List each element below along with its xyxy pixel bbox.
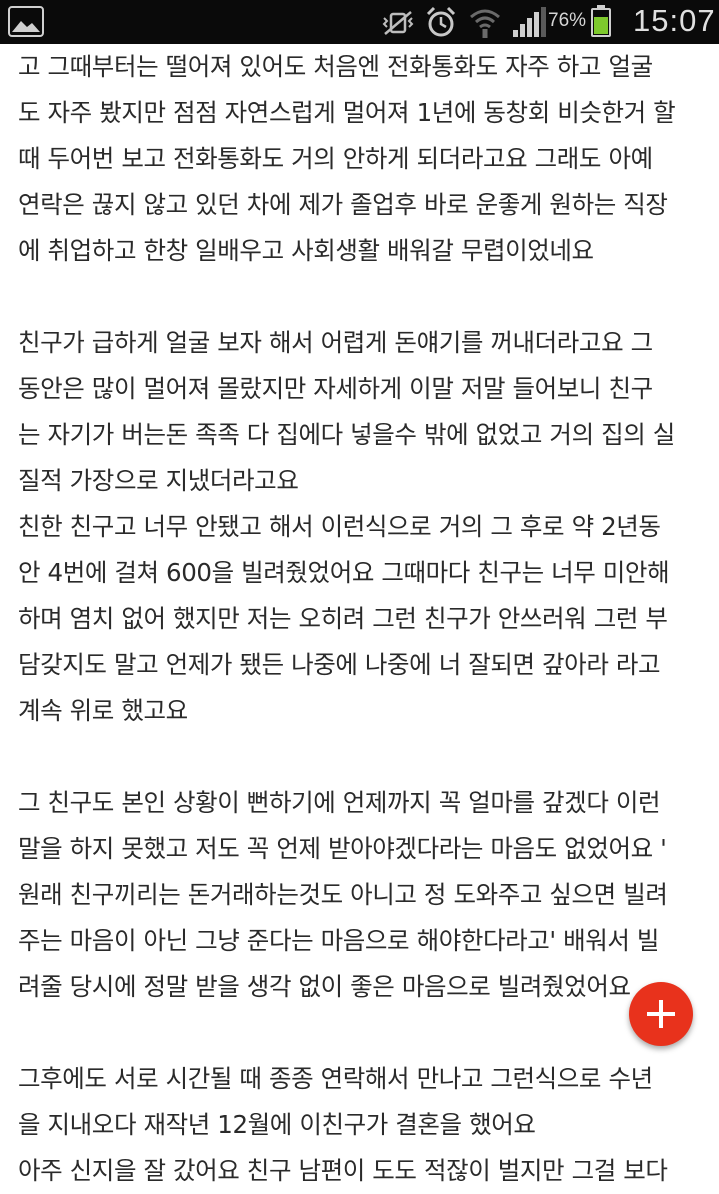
article-line: 그 친구도 본인 상황이 뻔하기에 언제까지 꼭 얼마를 갚겠다 이런 bbox=[18, 788, 661, 817]
article-line: 을 지내오다 재작년 12월에 이친구가 결혼을 했어요 bbox=[18, 1110, 536, 1139]
status-clock: 15:07 bbox=[633, 3, 716, 38]
article-line: 도 자주 봤지만 점점 자연스럽게 멀어져 1년에 동창회 비슷한거 할 bbox=[18, 98, 676, 127]
article-line: 에 취업하고 한창 일배우고 사회생활 배워갈 무렵이었네요 bbox=[18, 236, 594, 265]
status-bar: 76% 15:07 bbox=[0, 0, 719, 44]
article-line: 계속 위로 했고요 bbox=[18, 696, 188, 725]
battery-icon bbox=[591, 5, 611, 37]
gallery-notification-icon[interactable] bbox=[8, 6, 44, 37]
alarm-clock-icon bbox=[426, 6, 456, 37]
article-line: 동안은 많이 멀어져 몰랐지만 자세하게 이말 저말 들어보니 친구 bbox=[18, 374, 653, 403]
article-line: 그후에도 서로 시간될 때 종종 연락해서 만나고 그런식으로 수년 bbox=[18, 1064, 653, 1093]
battery-level-fill bbox=[594, 17, 608, 34]
article-line: 는 자기가 버는돈 족족 다 집에다 넣을수 밖에 없었고 거의 집의 실 bbox=[18, 420, 675, 449]
article-body[interactable]: 고 그때부터는 떨어져 있어도 처음엔 전화통화도 자주 하고 얼굴도 자주 봤… bbox=[18, 44, 708, 1194]
article-line: 때 두어번 보고 전화통화도 거의 안하게 되더라고요 그래도 아예 bbox=[18, 144, 653, 173]
article-line: 연락은 끊지 않고 있던 차에 제가 졸업후 바로 운좋게 원하는 직장 bbox=[18, 190, 668, 219]
article-line: 질적 가장으로 지냈더라고요 bbox=[18, 466, 299, 495]
article-line: 려줄 당시에 정말 받을 생각 없이 좋은 마음으로 빌려줬었어요 bbox=[18, 972, 631, 1001]
article-line: 원래 친구끼리는 돈거래하는것도 아니고 정 도와주고 싶으면 빌려 bbox=[18, 880, 668, 909]
article-line: 담갖지도 말고 언제가 됐든 나중에 나중에 너 잘되면 갚아라 라고 bbox=[18, 650, 661, 679]
article-line: 친구가 급하게 얼굴 보자 해서 어렵게 돈얘기를 꺼내더라고요 그 bbox=[18, 328, 653, 357]
plus-icon bbox=[647, 1000, 675, 1028]
cell-signal-icon bbox=[513, 7, 546, 37]
article-line: 하며 염치 없어 했지만 저는 오히려 그런 친구가 안쓰러워 그런 부 bbox=[18, 604, 668, 633]
wifi-icon bbox=[470, 9, 500, 38]
article-line: 고 그때부터는 떨어져 있어도 처음엔 전화통화도 자주 하고 얼굴 bbox=[18, 52, 653, 81]
add-button[interactable] bbox=[629, 982, 693, 1046]
article-line: 아주 신지을 잘 갔어요 친구 남편이 도도 적잖이 벌지만 그걸 보다 bbox=[18, 1156, 668, 1185]
article-line: 친한 친구고 너무 안됐고 해서 이런식으로 거의 그 후로 약 2년동 bbox=[18, 512, 661, 541]
battery-percent: 76% bbox=[548, 10, 587, 31]
article-line: 안 4번에 걸쳐 600을 빌려줬었어요 그때마다 친구는 너무 미안해 bbox=[18, 558, 670, 587]
vibrate-mute-icon bbox=[382, 11, 414, 35]
article-line: 주는 마음이 아닌 그냥 준다는 마음으로 해야한다라고' 배워서 빌 bbox=[18, 926, 660, 955]
article-line: 말을 하지 못했고 저도 꼭 언제 받아야겠다라는 마음도 없었어요 ' bbox=[18, 834, 667, 863]
